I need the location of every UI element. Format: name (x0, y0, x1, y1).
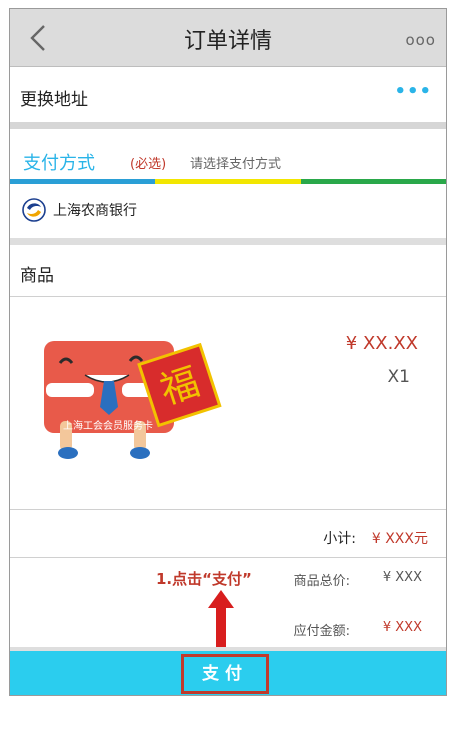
total-price-value: ¥ XXX (382, 570, 422, 585)
payment-method-row[interactable]: 支付方式 (必选) 请选择支付方式 (10, 129, 446, 185)
header-bar: 订单详情 ooo (10, 9, 446, 67)
bank-option-row[interactable]: 上海农商银行 (10, 184, 446, 239)
goods-item: 福 上海工会会员服务卡 ¥ XX.XX X1 (10, 297, 446, 510)
payable-amount-label: 应付金额: (293, 624, 350, 639)
instruction-callout: 1.点击“支付” (156, 570, 252, 588)
required-note: (必选) (130, 157, 167, 172)
order-detail-screen: 订单详情 ooo 更换地址 ••• 支付方式 (必选) 请选择支付方式 上海农商… (9, 8, 447, 696)
subtotal-row: 小计: ¥ XXX元 (10, 510, 446, 558)
subtotal-value: ¥ XXX元 (371, 531, 428, 547)
change-address-label: 更换地址 (20, 90, 88, 110)
page-title: 订单详情 (183, 29, 272, 54)
bottom-action-bar: 支付 (10, 651, 446, 695)
section-divider (10, 122, 446, 129)
goods-label: 商品 (20, 266, 54, 286)
bank-logo-icon (22, 198, 46, 222)
member-card-image: 福 上海工会会员服务卡 (44, 341, 222, 459)
arrow-up-icon (208, 590, 234, 648)
change-address-row[interactable]: 更换地址 ••• (10, 67, 446, 122)
goods-header-row: 商品 (10, 245, 446, 297)
bank-name: 上海农商银行 (53, 203, 137, 219)
subtotal-label: 小计: (323, 531, 356, 547)
pay-button[interactable]: 支付 (181, 654, 269, 694)
section-divider (10, 238, 446, 245)
item-quantity: X1 (387, 367, 410, 387)
card-caption: 上海工会会员服务卡 (63, 419, 153, 432)
order-summary: 1.点击“支付” 商品总价: ¥ XXX 应付金额: ¥ XXX (10, 558, 446, 652)
more-icon[interactable]: ooo (405, 31, 436, 49)
ellipsis-icon: ••• (394, 81, 432, 102)
total-price-label: 商品总价: (293, 574, 350, 589)
payable-amount-value: ¥ XXX (382, 620, 422, 635)
item-price: ¥ XX.XX (345, 333, 418, 354)
payment-method-label: 支付方式 (23, 153, 95, 174)
payment-hint: 请选择支付方式 (190, 157, 282, 172)
